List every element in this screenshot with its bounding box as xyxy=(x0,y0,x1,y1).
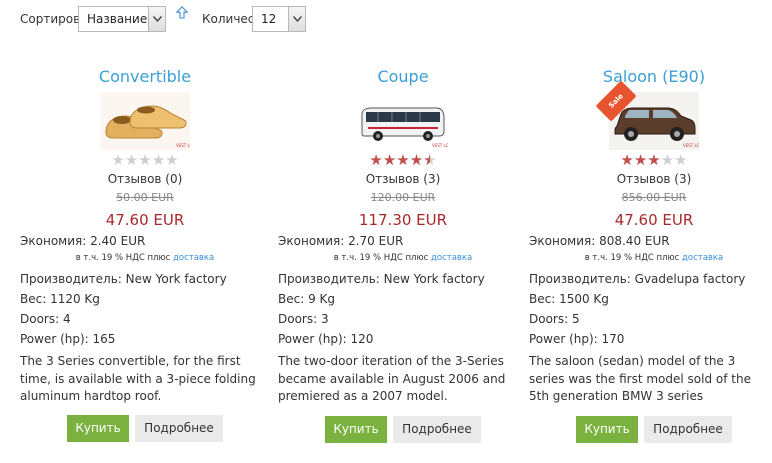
sort-select[interactable]: Название xyxy=(78,6,166,32)
product-title-link[interactable]: Coupe xyxy=(278,66,528,90)
product-card: Coupe VEST LOGO ★★★★★ Отзывов (3) 120.00… xyxy=(278,66,528,443)
product-description: The 3 Series convertible, for the first … xyxy=(20,354,256,403)
star-icon: ★ xyxy=(620,151,634,169)
reviews-link[interactable]: Отзывов (0) xyxy=(20,171,270,187)
chevron-down-icon[interactable] xyxy=(148,7,165,31)
manufacturer: Производитель: New York factory xyxy=(20,272,227,286)
star-icon: ★ xyxy=(423,151,437,169)
product-specs: Производитель: Gvadelupa factory Вес: 15… xyxy=(529,269,772,349)
quantity-select[interactable]: 12 xyxy=(252,6,306,32)
rating-stars: ★★★★★ xyxy=(278,152,528,168)
price: 47.60 EUR xyxy=(105,211,185,229)
vat-text: в т.ч. 19 % НДС плюс xyxy=(75,253,173,263)
vat-note: в т.ч. 19 % НДС плюс доставка xyxy=(278,252,528,264)
vat-note: в т.ч. 19 % НДС плюс доставка xyxy=(529,252,772,264)
star-icon: ★ xyxy=(396,151,410,169)
star-icon: ★ xyxy=(674,151,688,169)
star-icon: ★ xyxy=(633,151,648,169)
power: Power (hp): 120 xyxy=(278,332,374,346)
listing-toolbar: Сортиров Название Количес 12 xyxy=(20,6,306,32)
star-icon: ★ xyxy=(382,151,397,169)
svg-text:VEST LOGO: VEST LOGO xyxy=(683,143,699,148)
svg-text:VEST LOGO: VEST LOGO xyxy=(432,143,448,148)
chevron-down-icon[interactable] xyxy=(288,7,305,31)
product-card: Convertible VEST LOGO ★★★★★ Отзывов (0) … xyxy=(20,66,270,442)
price: 117.30 EUR xyxy=(358,211,448,229)
power: Power (hp): 170 xyxy=(529,332,625,346)
weight: Вес: 1120 Kg xyxy=(20,292,100,306)
wooden-clogs-image[interactable]: VEST LOGO xyxy=(100,92,199,150)
product-title-link[interactable]: Saloon (E90) xyxy=(529,66,772,90)
suv-image[interactable]: VEST LOGO Sale xyxy=(595,80,706,150)
quantity-label: Количес xyxy=(202,12,252,26)
manufacturer: Производитель: New York factory xyxy=(278,272,485,286)
old-price: 120.00 EUR xyxy=(370,191,436,204)
bus-image[interactable]: VEST LOGO xyxy=(358,92,455,150)
vat-note: в т.ч. 19 % НДС плюс доставка xyxy=(20,252,270,264)
old-price: 856.00 EUR xyxy=(621,191,687,204)
star-icon: ★ xyxy=(138,151,152,169)
star-icon: ★ xyxy=(409,151,424,169)
old-price: 50.00 EUR xyxy=(116,191,174,204)
sort-label: Сортиров xyxy=(20,12,78,26)
product-description: The two-door iteration of the 3-Series b… xyxy=(278,354,506,403)
product-description: The saloon (sedan) model of the 3 series… xyxy=(529,354,751,403)
product-actions: Купить Подробнее xyxy=(20,414,270,442)
reviews-link[interactable]: Отзывов (3) xyxy=(278,171,528,187)
details-button[interactable]: Подробнее xyxy=(644,415,732,443)
shipping-link[interactable]: доставка xyxy=(431,253,472,263)
product-specs: Производитель: New York factory Вес: 112… xyxy=(20,269,270,349)
weight: Вес: 1500 Kg xyxy=(529,292,609,306)
details-button[interactable]: Подробнее xyxy=(393,415,481,443)
buy-button[interactable]: Купить xyxy=(67,414,129,442)
product-specs: Производитель: New York factory Вес: 9 K… xyxy=(278,269,528,349)
svg-text:VEST LOGO: VEST LOGO xyxy=(176,143,190,148)
rating-stars: ★★★★★ xyxy=(20,152,270,168)
star-icon: ★ xyxy=(165,151,179,169)
sort-select-value: Название xyxy=(87,12,148,26)
star-icon: ★ xyxy=(124,151,139,169)
star-icon: ★ xyxy=(111,151,125,169)
sale-badge-text: Sale xyxy=(607,92,625,110)
vat-text: в т.ч. 19 % НДС плюс xyxy=(584,253,682,263)
price: 47.60 EUR xyxy=(614,211,694,229)
vat-text: в т.ч. 19 % НДС плюс xyxy=(333,253,431,263)
shipping-link[interactable]: доставка xyxy=(173,253,214,263)
star-icon: ★ xyxy=(369,151,383,169)
details-button[interactable]: Подробнее xyxy=(135,414,223,442)
buy-button[interactable]: Купить xyxy=(325,415,387,443)
shipping-link[interactable]: доставка xyxy=(682,253,723,263)
savings: Экономия: 2.70 EUR xyxy=(278,234,404,248)
star-icon: ★ xyxy=(151,151,166,169)
savings: Экономия: 808.40 EUR xyxy=(529,234,670,248)
star-icon: ★ xyxy=(647,151,661,169)
product-actions: Купить Подробнее xyxy=(278,415,528,443)
product-title-link[interactable]: Convertible xyxy=(20,66,270,90)
rating-stars: ★★★★★ xyxy=(529,152,772,168)
sort-direction-arrow-icon[interactable] xyxy=(170,6,194,32)
savings: Экономия: 2.40 EUR xyxy=(20,234,146,248)
weight: Вес: 9 Kg xyxy=(278,292,336,306)
manufacturer: Производитель: Gvadelupa factory xyxy=(529,272,746,286)
doors: Doors: 5 xyxy=(529,312,580,326)
reviews-link[interactable]: Отзывов (3) xyxy=(529,171,772,187)
buy-button[interactable]: Купить xyxy=(576,415,638,443)
power: Power (hp): 165 xyxy=(20,332,116,346)
product-card: Saloon (E90) VEST LOGO Sale ★★★★★ Отзыво… xyxy=(529,66,772,443)
product-actions: Купить Подробнее xyxy=(529,415,772,443)
star-icon: ★ xyxy=(660,151,675,169)
quantity-select-value: 12 xyxy=(261,12,277,26)
doors: Doors: 4 xyxy=(20,312,71,326)
doors: Doors: 3 xyxy=(278,312,329,326)
